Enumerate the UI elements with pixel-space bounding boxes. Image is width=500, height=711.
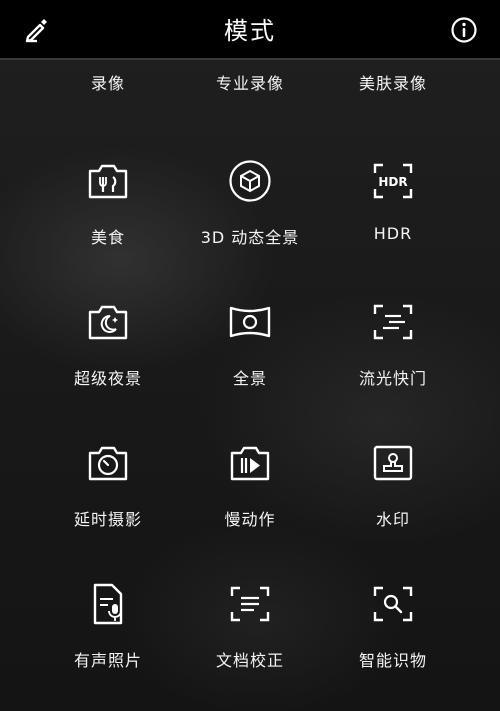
mode-slow-motion[interactable]: 慢动作 [167, 418, 333, 559]
timelapse-icon [85, 440, 131, 486]
mode-watermark[interactable]: 水印 [310, 418, 476, 559]
3d-panorama-icon [227, 158, 273, 204]
mode-label: 水印 [375, 510, 410, 529]
mode-label: 全景 [232, 369, 267, 388]
audio-photo-icon [85, 581, 131, 627]
mode-label: 智能识物 [358, 651, 427, 670]
slow-motion-icon [227, 440, 273, 486]
document-correction-icon [227, 581, 273, 627]
mode-document-correction[interactable]: 文档校正 [167, 559, 333, 700]
object-recognition-icon [370, 581, 416, 627]
mode-object-recognition[interactable]: 智能识物 [310, 559, 476, 700]
mode-grid: 录像 专业录像 美肤录像 美食 3D 动态全景 HDR HDR 超级夜景 全景 … [0, 60, 500, 711]
mode-label: 3D 动态全景 [200, 228, 300, 247]
mode-panorama[interactable]: 全景 [167, 277, 333, 418]
mode-label: 美肤录像 [358, 74, 427, 93]
mode-label: 慢动作 [224, 510, 276, 529]
mode-label: 流光快门 [358, 369, 427, 388]
food-icon [85, 158, 131, 204]
light-painting-icon [370, 299, 416, 345]
top-bar: 模式 [0, 0, 500, 60]
panorama-icon [227, 299, 273, 345]
mode-label: 文档校正 [215, 651, 284, 670]
mode-light-painting[interactable]: 流光快门 [310, 277, 476, 418]
page-title: 模式 [224, 17, 276, 45]
mode-label: 专业录像 [215, 74, 284, 93]
mode-label: HDR [373, 224, 413, 243]
hdr-icon-text: HDR [378, 175, 407, 189]
night-icon [85, 299, 131, 345]
info-button[interactable] [446, 12, 482, 48]
info-icon [450, 16, 478, 44]
hdr-icon: HDR [370, 158, 416, 204]
mode-hdr[interactable]: HDR HDR [310, 136, 476, 277]
mode-3d-panorama[interactable]: 3D 动态全景 [167, 136, 333, 277]
watermark-icon [370, 440, 416, 486]
